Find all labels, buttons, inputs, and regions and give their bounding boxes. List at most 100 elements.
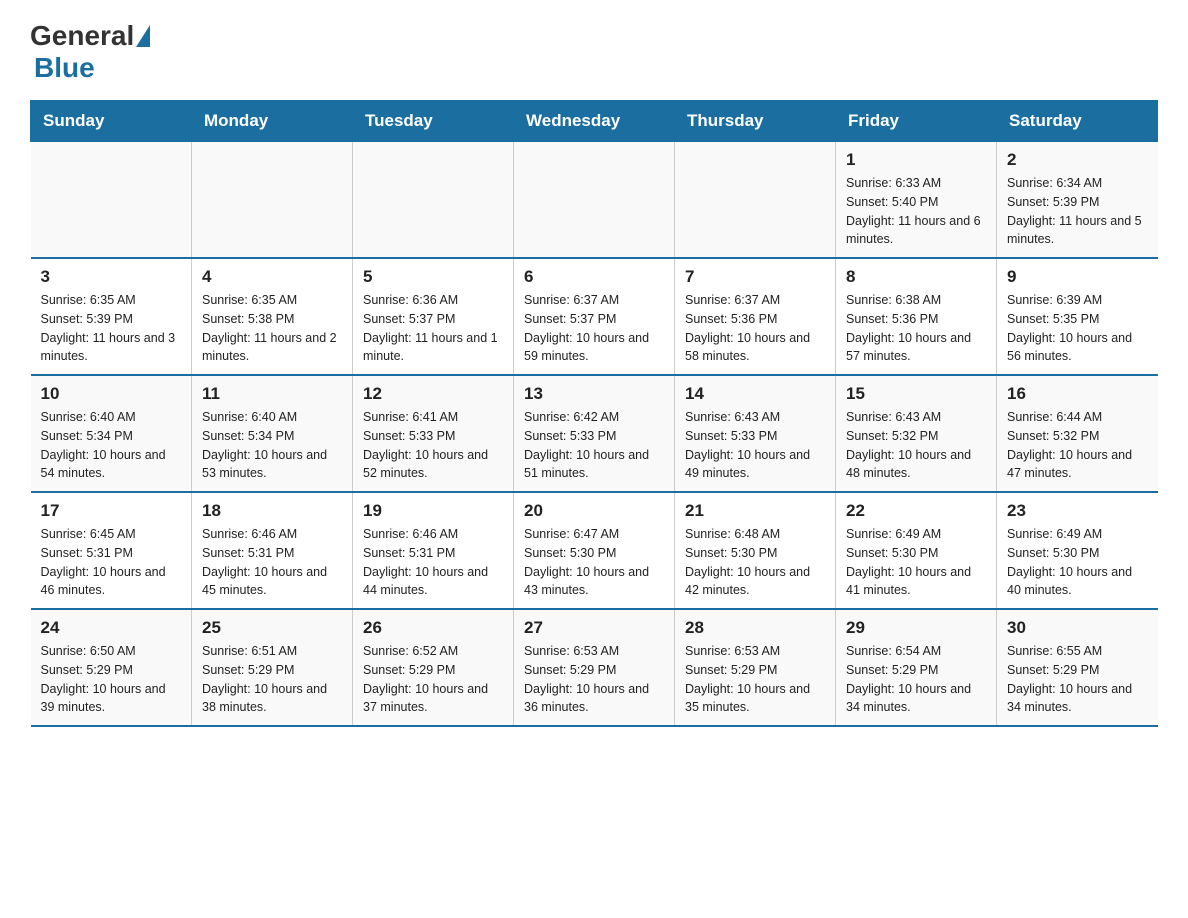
day-number: 12 (363, 384, 503, 404)
calendar-day-cell: 4 Sunrise: 6:35 AM Sunset: 5:38 PM Daylig… (192, 258, 353, 375)
calendar-day-cell: 18Sunrise: 6:46 AM Sunset: 5:31 PM Dayli… (192, 492, 353, 609)
calendar-day-cell: 14 Sunrise: 6:43 AM Sunset: 5:33 PM Dayli… (675, 375, 836, 492)
calendar-week-row: 1 Sunrise: 6:33 AM Sunset: 5:40 PM Daylig… (31, 142, 1158, 259)
day-info: Sunrise: 6:48 AM Sunset: 5:30 PM Dayligh… (685, 525, 825, 600)
day-info: Sunrise: 6:43 AM Sunset: 5:33 PM Dayligh… (685, 408, 825, 483)
calendar-day-cell (31, 142, 192, 259)
calendar-day-cell (192, 142, 353, 259)
calendar-day-cell: 19 Sunrise: 6:46 AM Sunset: 5:31 PM Dayli… (353, 492, 514, 609)
day-info: Sunrise: 6:53 AM Sunset: 5:29 PM Dayligh… (524, 642, 664, 717)
day-number: 24 (41, 618, 182, 638)
day-info: Sunrise: 6:35 AM Sunset: 5:38 PM Dayligh… (202, 291, 342, 366)
calendar-day-cell: 28 Sunrise: 6:53 AM Sunset: 5:29 PM Dayli… (675, 609, 836, 726)
calendar-week-row: 24 Sunrise: 6:50 AM Sunset: 5:29 PM Dayli… (31, 609, 1158, 726)
day-info: Sunrise: 6:49 AM Sunset: 5:30 PM Dayligh… (1007, 525, 1148, 600)
day-info: Sunrise: 6:41 AM Sunset: 5:33 PM Dayligh… (363, 408, 503, 483)
day-of-week-header: Tuesday (353, 101, 514, 142)
day-number: 18 (202, 501, 342, 521)
day-number: 7 (685, 267, 825, 287)
day-number: 23 (1007, 501, 1148, 521)
day-info: Sunrise: 6:37 AM Sunset: 5:36 PM Dayligh… (685, 291, 825, 366)
day-number: 29 (846, 618, 986, 638)
calendar-day-cell: 24 Sunrise: 6:50 AM Sunset: 5:29 PM Dayli… (31, 609, 192, 726)
day-of-week-header: Thursday (675, 101, 836, 142)
day-number: 11 (202, 384, 342, 404)
logo-general-text: General (30, 20, 134, 52)
day-info: Sunrise: 6:42 AM Sunset: 5:33 PM Dayligh… (524, 408, 664, 483)
day-number: 10 (41, 384, 182, 404)
day-number: 25 (202, 618, 342, 638)
logo-blue-text: Blue (34, 52, 95, 83)
calendar-day-cell: 3 Sunrise: 6:35 AM Sunset: 5:39 PM Daylig… (31, 258, 192, 375)
day-number: 30 (1007, 618, 1148, 638)
calendar-day-cell: 10Sunrise: 6:40 AM Sunset: 5:34 PM Dayli… (31, 375, 192, 492)
day-info: Sunrise: 6:45 AM Sunset: 5:31 PM Dayligh… (41, 525, 182, 600)
day-info: Sunrise: 6:37 AM Sunset: 5:37 PM Dayligh… (524, 291, 664, 366)
calendar-week-row: 10 Sunrise: 6:40 AM Sunset: 5:34 PM Dayli… (31, 375, 1158, 492)
day-number: 26 (363, 618, 503, 638)
day-info: Sunrise: 6:33 AM Sunset: 5:40 PM Dayligh… (846, 174, 986, 249)
calendar-day-cell: 21 Sunrise: 6:48 AM Sunset: 5:30 PM Dayli… (675, 492, 836, 609)
day-info: Sunrise: 6:35 AM Sunset: 5:39 PM Dayligh… (41, 291, 182, 366)
calendar-day-cell: 2 Sunrise: 6:34 AM Sunset: 5:39 PM Daylig… (997, 142, 1158, 259)
calendar-header-row: SundayMondayTuesdayWednesdayThursdayFrid… (31, 101, 1158, 142)
day-number: 28 (685, 618, 825, 638)
calendar-day-cell: 5 Sunrise: 6:36 AM Sunset: 5:37 PM Daylig… (353, 258, 514, 375)
calendar-day-cell: 12 Sunrise: 6:41 AM Sunset: 5:33 PM Dayli… (353, 375, 514, 492)
day-number: 5 (363, 267, 503, 287)
calendar-day-cell: 20Sunrise: 6:47 AM Sunset: 5:30 PM Dayli… (514, 492, 675, 609)
header: General Blue (30, 20, 1158, 84)
day-info: Sunrise: 6:49 AM Sunset: 5:30 PM Dayligh… (846, 525, 986, 600)
calendar-day-cell: 26 Sunrise: 6:52 AM Sunset: 5:29 PM Dayli… (353, 609, 514, 726)
day-of-week-header: Wednesday (514, 101, 675, 142)
calendar-day-cell: 7 Sunrise: 6:37 AM Sunset: 5:36 PM Daylig… (675, 258, 836, 375)
day-info: Sunrise: 6:54 AM Sunset: 5:29 PM Dayligh… (846, 642, 986, 717)
day-number: 3 (41, 267, 182, 287)
calendar-day-cell: 17 Sunrise: 6:45 AM Sunset: 5:31 PM Dayli… (31, 492, 192, 609)
calendar-day-cell: 29 Sunrise: 6:54 AM Sunset: 5:29 PM Dayli… (836, 609, 997, 726)
calendar-week-row: 3 Sunrise: 6:35 AM Sunset: 5:39 PM Daylig… (31, 258, 1158, 375)
day-number: 19 (363, 501, 503, 521)
day-number: 20 (524, 501, 664, 521)
day-info: Sunrise: 6:53 AM Sunset: 5:29 PM Dayligh… (685, 642, 825, 717)
day-number: 22 (846, 501, 986, 521)
day-info: Sunrise: 6:40 AM Sunset: 5:34 PM Dayligh… (202, 408, 342, 483)
calendar-day-cell: 13 Sunrise: 6:42 AM Sunset: 5:33 PM Dayli… (514, 375, 675, 492)
day-number: 21 (685, 501, 825, 521)
day-info: Sunrise: 6:36 AM Sunset: 5:37 PM Dayligh… (363, 291, 503, 366)
calendar-day-cell: 8Sunrise: 6:38 AM Sunset: 5:36 PM Daylig… (836, 258, 997, 375)
calendar-day-cell (353, 142, 514, 259)
day-number: 2 (1007, 150, 1148, 170)
day-info: Sunrise: 6:50 AM Sunset: 5:29 PM Dayligh… (41, 642, 182, 717)
day-info: Sunrise: 6:34 AM Sunset: 5:39 PM Dayligh… (1007, 174, 1148, 249)
day-info: Sunrise: 6:52 AM Sunset: 5:29 PM Dayligh… (363, 642, 503, 717)
day-of-week-header: Sunday (31, 101, 192, 142)
calendar-day-cell (514, 142, 675, 259)
day-info: Sunrise: 6:39 AM Sunset: 5:35 PM Dayligh… (1007, 291, 1148, 366)
day-number: 13 (524, 384, 664, 404)
calendar-day-cell: 6 Sunrise: 6:37 AM Sunset: 5:37 PM Daylig… (514, 258, 675, 375)
day-number: 14 (685, 384, 825, 404)
calendar-day-cell: 11 Sunrise: 6:40 AM Sunset: 5:34 PM Dayli… (192, 375, 353, 492)
day-number: 27 (524, 618, 664, 638)
calendar-day-cell: 16Sunrise: 6:44 AM Sunset: 5:32 PM Dayli… (997, 375, 1158, 492)
day-info: Sunrise: 6:51 AM Sunset: 5:29 PM Dayligh… (202, 642, 342, 717)
day-info: Sunrise: 6:38 AM Sunset: 5:36 PM Dayligh… (846, 291, 986, 366)
calendar-day-cell: 30 Sunrise: 6:55 AM Sunset: 5:29 PM Dayli… (997, 609, 1158, 726)
day-info: Sunrise: 6:43 AM Sunset: 5:32 PM Dayligh… (846, 408, 986, 483)
calendar-day-cell: 22 Sunrise: 6:49 AM Sunset: 5:30 PM Dayli… (836, 492, 997, 609)
day-number: 4 (202, 267, 342, 287)
day-info: Sunrise: 6:55 AM Sunset: 5:29 PM Dayligh… (1007, 642, 1148, 717)
logo-triangle-icon (136, 25, 150, 47)
day-number: 16 (1007, 384, 1148, 404)
day-number: 17 (41, 501, 182, 521)
day-number: 6 (524, 267, 664, 287)
day-info: Sunrise: 6:46 AM Sunset: 5:31 PM Dayligh… (363, 525, 503, 600)
day-number: 9 (1007, 267, 1148, 287)
calendar-day-cell: 25 Sunrise: 6:51 AM Sunset: 5:29 PM Dayli… (192, 609, 353, 726)
day-number: 1 (846, 150, 986, 170)
calendar-day-cell: 27 Sunrise: 6:53 AM Sunset: 5:29 PM Dayli… (514, 609, 675, 726)
logo: General Blue (30, 20, 152, 84)
calendar-table: SundayMondayTuesdayWednesdayThursdayFrid… (30, 100, 1158, 727)
day-of-week-header: Saturday (997, 101, 1158, 142)
